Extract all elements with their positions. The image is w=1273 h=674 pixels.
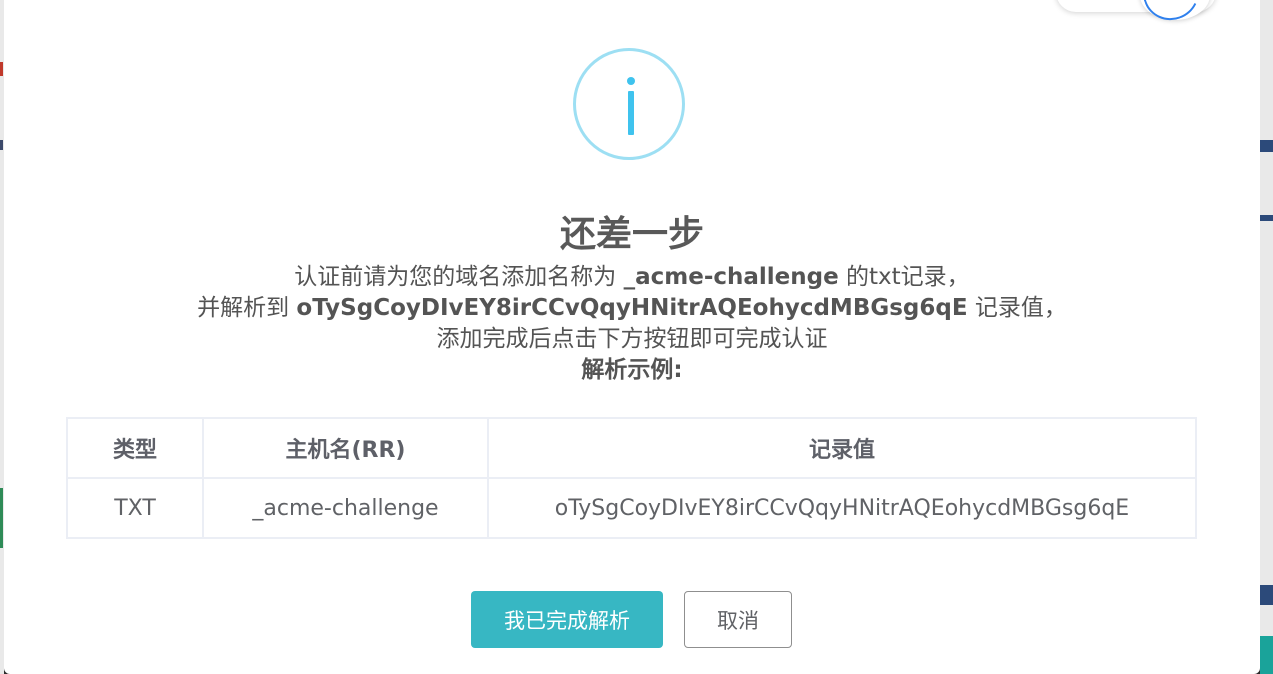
- confirm-resolved-button[interactable]: 我已完成解析: [471, 591, 663, 648]
- table-header-row: 类型 主机名(RR) 记录值: [66, 417, 1197, 479]
- table-row: TXT _acme-challenge oTySgCoyDIvEY8irCCvQ…: [66, 477, 1197, 539]
- line2-suffix: 记录值，: [967, 295, 1067, 321]
- background-fragment: [0, 62, 3, 76]
- background-fragment: [0, 140, 3, 150]
- cell-host: _acme-challenge: [202, 477, 489, 539]
- background-fragment: [1260, 215, 1273, 221]
- header-type: 类型: [66, 417, 204, 479]
- dns-record-table: 类型 主机名(RR) 记录值 TXT _acme-challenge oTySg…: [66, 417, 1197, 539]
- cell-type: TXT: [66, 477, 204, 539]
- background-page-right: [1260, 0, 1273, 674]
- info-icon-bar: [628, 91, 634, 135]
- cell-value: oTySgCoyDIvEY8irCCvQqyHNitrAQEohycdMBGsg…: [487, 477, 1197, 539]
- background-fragment: [1260, 140, 1273, 152]
- example-heading: 解析示例:: [581, 357, 683, 383]
- cancel-button[interactable]: 取消: [684, 591, 792, 648]
- dialog-description: 认证前请为您的域名添加名称为 _acme-challenge 的txt记录， 并…: [4, 262, 1260, 386]
- header-value: 记录值: [487, 417, 1197, 479]
- description-line-2: 并解析到 oTySgCoyDIvEY8irCCvQqyHNitrAQEohycd…: [4, 293, 1260, 324]
- verification-dialog: 还差一步 认证前请为您的域名添加名称为 _acme-challenge 的txt…: [4, 0, 1260, 674]
- line1-suffix: 的txt记录，: [838, 264, 970, 290]
- dialog-title: 还差一步: [559, 214, 704, 255]
- background-fragment: [1260, 585, 1273, 605]
- background-fragment: [0, 488, 3, 548]
- background-fragment: [1260, 636, 1273, 674]
- header-host: 主机名(RR): [202, 417, 489, 479]
- description-line-3: 添加完成后点击下方按钮即可完成认证: [436, 326, 828, 352]
- info-icon-dot: [627, 77, 635, 85]
- description-line-1: 认证前请为您的域名添加名称为 _acme-challenge 的txt记录，: [4, 262, 1260, 293]
- record-name: _acme-challenge: [623, 264, 839, 290]
- line2-prefix: 并解析到: [197, 295, 297, 321]
- line1-prefix: 认证前请为您的域名添加名称为: [294, 264, 624, 290]
- info-icon: [573, 48, 685, 160]
- record-value: oTySgCoyDIvEY8irCCvQqyHNitrAQEohycdMBGsg…: [296, 295, 968, 321]
